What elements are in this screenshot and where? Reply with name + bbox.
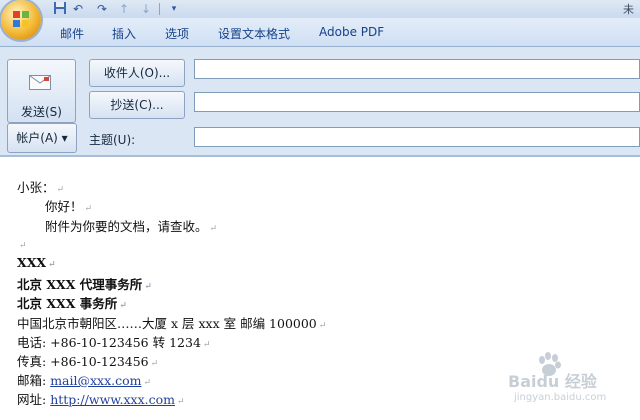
tab-message[interactable]: 邮件: [60, 25, 84, 42]
signature-name: XXX ↵: [17, 255, 56, 270]
signature-website: 网址: http://www.xxx.com ↵: [17, 392, 185, 407]
email-link[interactable]: mail@xxx.com: [50, 373, 141, 388]
envelope-icon: [29, 75, 51, 90]
cc-button[interactable]: 抄送(C)...: [89, 91, 185, 119]
to-button[interactable]: 收件人(O)...: [89, 59, 185, 87]
cc-field[interactable]: [194, 92, 640, 112]
subject-field[interactable]: [194, 127, 640, 147]
signature-company: 北京 XXX 事务所 ↵: [17, 296, 127, 311]
customize-icon[interactable]: ▾: [166, 1, 182, 17]
up-arrow-icon[interactable]: ↑: [116, 1, 132, 17]
subject-label: 主题(U):: [89, 133, 136, 147]
tab-adobe-pdf[interactable]: Adobe PDF: [319, 25, 384, 39]
signature-address: 中国北京市朝阳区……大厦 x 层 xxx 室 邮编 100000 ↵: [17, 316, 327, 331]
redo-icon[interactable]: ↷: [94, 1, 110, 17]
separator: [159, 3, 160, 15]
save-icon[interactable]: [52, 1, 68, 17]
tab-format-text[interactable]: 设置文本格式: [218, 25, 290, 42]
watermark-url: jingyan.baidu.com: [514, 392, 607, 403]
down-arrow-icon[interactable]: ↓: [138, 1, 154, 17]
office-button[interactable]: [1, 0, 41, 40]
website-link[interactable]: http://www.xxx.com: [50, 392, 175, 407]
window-title: 未: [623, 3, 634, 16]
body-line: 附件为你要的文档，请查收。 ↵: [45, 219, 218, 234]
signature-phone: 电话: +86-10-123456 转 1234 ↵: [17, 335, 211, 350]
title-bar: ↶ ↷ ↑ ↓ ▾ 未: [0, 0, 640, 18]
undo-icon[interactable]: ↶: [70, 1, 86, 17]
body-line: ↵: [19, 241, 27, 251]
signature-company: 北京 XXX 代理事务所 ↵: [17, 277, 152, 292]
to-field[interactable]: [194, 59, 640, 79]
tab-options[interactable]: 选项: [165, 25, 189, 42]
body-line: 小张： ↵: [17, 180, 65, 195]
send-label: 发送(S): [21, 105, 62, 119]
signature-fax: 传真: +86-10-123456 ↵: [17, 354, 159, 369]
office-logo-icon: [13, 11, 29, 27]
body-line: 你好！ ↵: [45, 199, 93, 214]
tab-insert[interactable]: 插入: [112, 25, 136, 42]
ribbon-tabs: 邮件 插入 选项 设置文本格式 Adobe PDF: [0, 18, 640, 47]
send-button[interactable]: 发送(S): [7, 59, 76, 123]
baidu-watermark: Baidu 经验 jingyan.baidu.com: [508, 352, 628, 412]
signature-email: 邮箱: mail@xxx.com ↵: [17, 373, 152, 388]
watermark-brand: Baidu 经验: [508, 372, 597, 391]
account-button[interactable]: 帐户(A) ▾: [7, 123, 77, 153]
